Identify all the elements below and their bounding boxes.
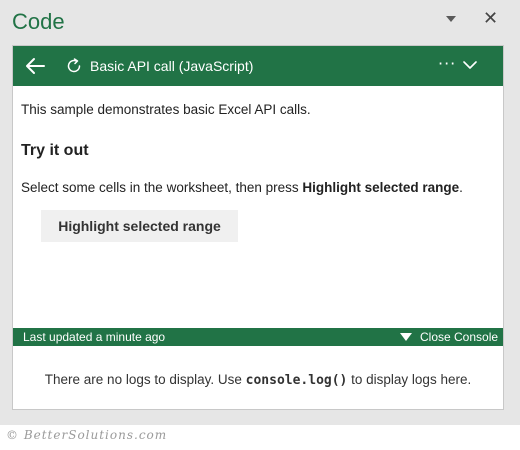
close-console-label: Close Console bbox=[420, 330, 499, 344]
snippet-title[interactable]: Basic API call (JavaScript) bbox=[90, 58, 253, 74]
caret-down-icon[interactable] bbox=[446, 16, 456, 22]
console-empty-message: There are no logs to display. Use consol… bbox=[13, 372, 503, 388]
highlight-selected-range-button[interactable]: Highlight selected range bbox=[41, 210, 238, 242]
console-panel: There are no logs to display. Use consol… bbox=[13, 346, 503, 409]
instruction-suffix: . bbox=[459, 180, 463, 195]
try-it-out-heading: Try it out bbox=[21, 142, 89, 159]
console-status-bar: Last updated a minute ago Close Console bbox=[13, 328, 503, 346]
console-msg-suffix: to display logs here. bbox=[347, 372, 472, 387]
watermark-text: © BetterSolutions.com bbox=[6, 428, 168, 442]
triangle-down-icon bbox=[400, 333, 412, 341]
close-console-button[interactable]: Close Console bbox=[400, 330, 498, 344]
snippet-header: Basic API call (JavaScript) ··· bbox=[13, 46, 503, 86]
chevron-down-icon[interactable] bbox=[463, 60, 477, 70]
task-pane: Code ✕ Basic API call (JavaScript) ··· T… bbox=[0, 0, 520, 425]
instruction-bold: Highlight selected range bbox=[302, 180, 460, 195]
pane-title: Code bbox=[12, 9, 65, 34]
close-icon[interactable]: ✕ bbox=[483, 9, 498, 29]
description-text: This sample demonstrates basic Excel API… bbox=[21, 102, 311, 117]
console-msg-prefix: There are no logs to display. Use bbox=[44, 372, 246, 387]
instruction-prefix: Select some cells in the worksheet, then… bbox=[21, 180, 303, 195]
console-log-code: console.log() bbox=[245, 373, 348, 388]
ellipsis-icon[interactable]: ··· bbox=[438, 54, 456, 73]
refresh-icon[interactable] bbox=[66, 58, 82, 74]
instruction-text: Select some cells in the worksheet, then… bbox=[21, 180, 463, 195]
arrow-left-icon[interactable] bbox=[24, 56, 46, 76]
script-lab-frame: Basic API call (JavaScript) ··· This sam… bbox=[12, 45, 504, 410]
last-updated-text: Last updated a minute ago bbox=[23, 330, 166, 344]
